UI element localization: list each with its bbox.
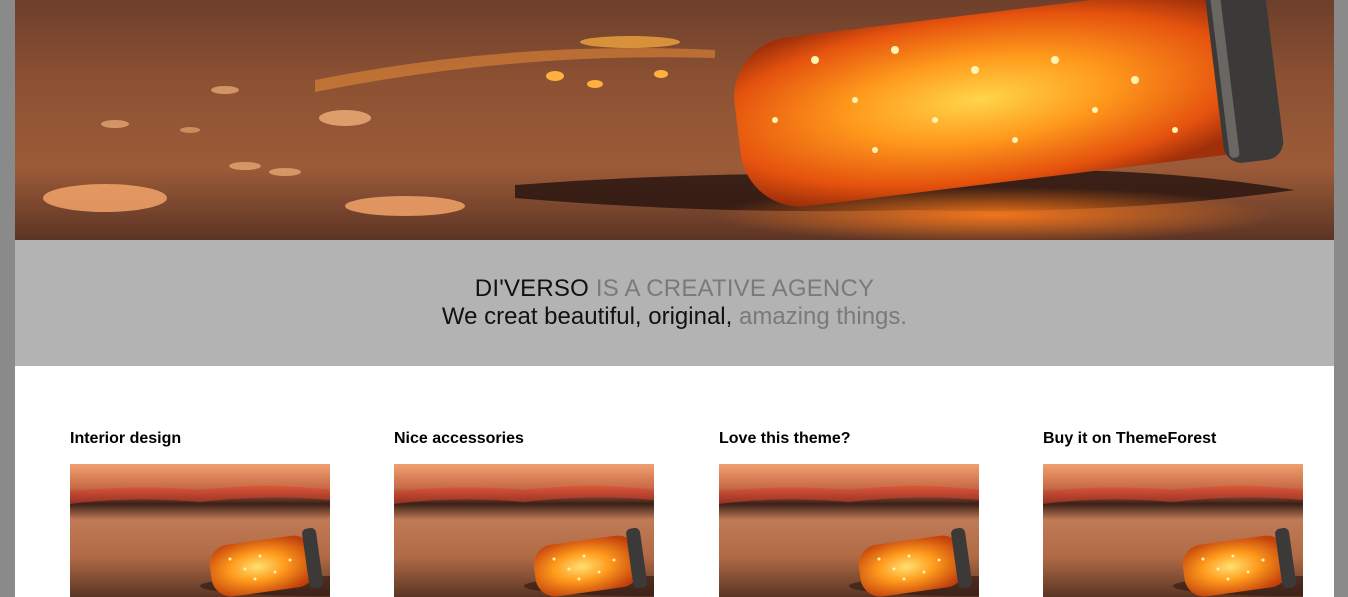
feature-image[interactable] — [70, 464, 330, 597]
tagline-heading: DI'VERSO IS A CREATIVE AGENCY — [15, 275, 1334, 303]
hero-image — [15, 0, 1334, 240]
tagline-subheading: We creat beautiful, original, amazing th… — [15, 303, 1334, 331]
feature-title[interactable]: Love this theme? — [719, 430, 851, 448]
feature-image[interactable] — [394, 464, 654, 597]
tagline-band: DI'VERSO IS A CREATIVE AGENCY We creat b… — [15, 240, 1334, 366]
tagline-heading-rest: IS A CREATIVE AGENCY — [589, 275, 875, 302]
feature-image[interactable] — [719, 464, 979, 597]
tagline-subheading-main: We creat beautiful, original, — [441, 303, 733, 330]
page: DI'VERSO IS A CREATIVE AGENCY We creat b… — [15, 0, 1334, 597]
tagline-subheading-rest: amazing things. — [732, 303, 908, 330]
feature-title[interactable]: Interior design — [70, 430, 181, 448]
feature-title[interactable]: Nice accessories — [394, 430, 524, 448]
feature-title[interactable]: Buy it on ThemeForest — [1043, 430, 1216, 448]
brand-name: DI'VERSO — [474, 275, 590, 302]
feature-image[interactable] — [1043, 464, 1303, 597]
features-section: Interior design Nice accessories Love th… — [15, 366, 1334, 597]
